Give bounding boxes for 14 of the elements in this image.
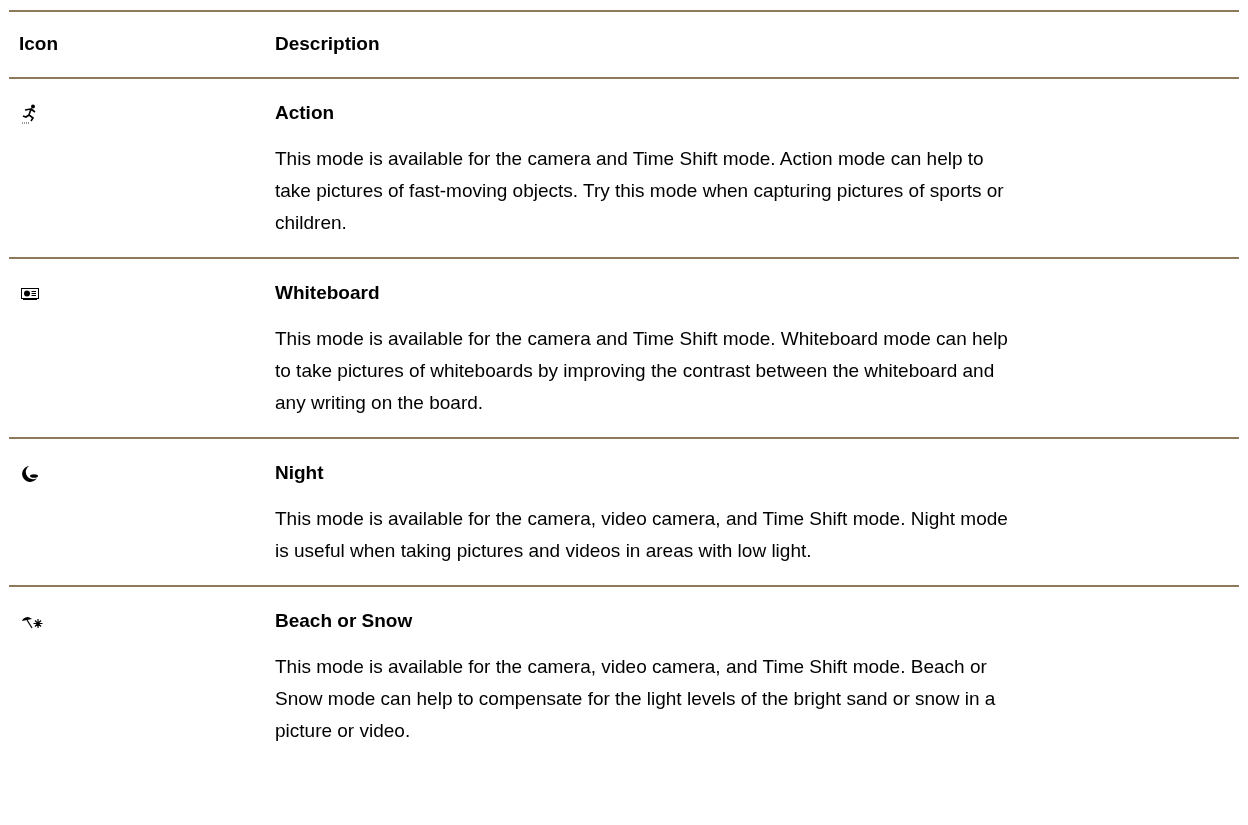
whiteboard-icon (21, 288, 39, 300)
mode-title: Beach or Snow (275, 609, 414, 633)
moon-icon (21, 465, 39, 483)
mode-title: Action (275, 101, 336, 125)
mode-description: This mode is available for the camera and Time Shift mode. Whiteboard mode can help to take pictures of whiteboards by improving the contrast between the whiteboard and any writing on the board. (275, 327, 1009, 415)
umbrella-snowflake-icon (21, 615, 43, 629)
mode-title: Night (275, 461, 325, 485)
running-person-icon (21, 104, 37, 124)
mode-title: Whiteboard (275, 281, 381, 305)
mode-description: This mode is available for the camera and Time Shift mode. Action mode can help to take pictures of fast-moving objects. Try this mode when capturing pictures of sports or children. (275, 147, 1005, 235)
mode-description: This mode is available for the camera, video camera, and Time Shift mode. Night mode is useful when taking pictures and videos in areas with low light. (275, 507, 1009, 563)
column-header: Description (275, 33, 380, 55)
column-header: Icon (19, 33, 59, 55)
mode-description: This mode is available for the camera, video camera, and Time Shift mode. Beach or Snow mode can help to compensate for the light levels of the bright sand or snow in a picture or video. (275, 655, 997, 743)
